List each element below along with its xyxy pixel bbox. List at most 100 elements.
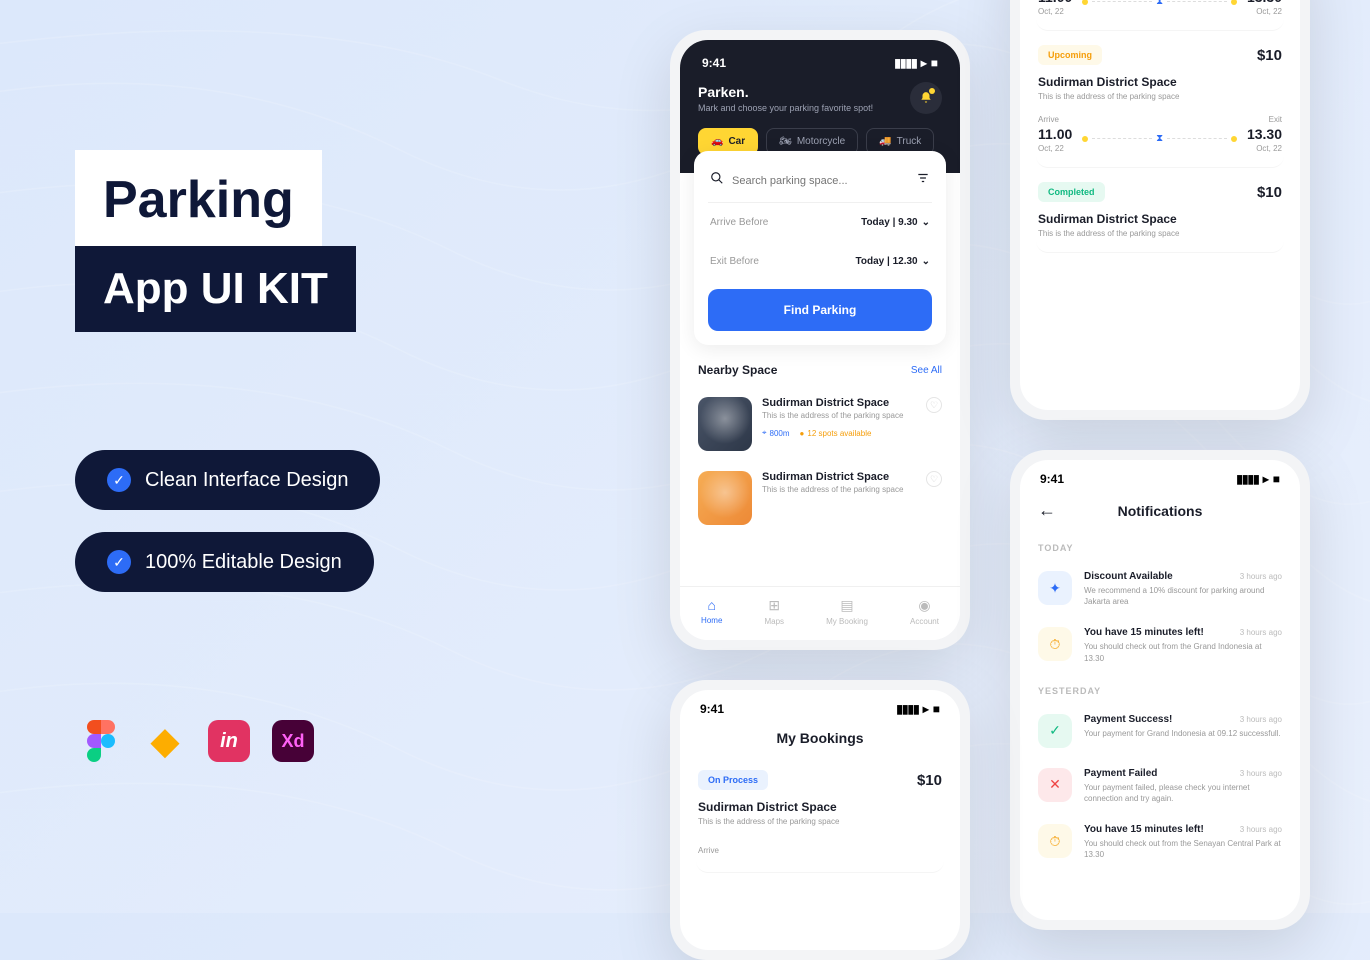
failed-icon: ✕ bbox=[1038, 768, 1072, 802]
filter-icon[interactable] bbox=[916, 171, 930, 190]
maps-icon: ⊞ bbox=[768, 597, 780, 614]
account-icon: ◉ bbox=[918, 597, 930, 614]
promo-title: Parking bbox=[103, 170, 294, 230]
status-badge: Upcoming bbox=[1038, 45, 1102, 65]
location-icon: ⌖ bbox=[762, 428, 767, 438]
phone-bookings-list: Arrive 11.00 Oct, 22 ⧗ Exit 13.30 Oct, 2… bbox=[1010, 0, 1310, 420]
notification-item[interactable]: ✦ Discount Available3 hours ago We recom… bbox=[1020, 561, 1300, 617]
space-image bbox=[698, 471, 752, 525]
arrive-label: Arrive Before bbox=[710, 217, 768, 228]
phone-my-bookings: 9:41 ▮▮▮▮ ▸ ■ My Bookings On Process $10… bbox=[670, 680, 970, 960]
search-input[interactable] bbox=[732, 175, 908, 187]
booking-card[interactable]: Upcoming $10 Sudirman District Space Thi… bbox=[1036, 31, 1284, 168]
exit-label: Exit Before bbox=[710, 256, 759, 267]
booking-card[interactable]: On Process $10 Sudirman District Space T… bbox=[696, 756, 944, 873]
notification-item[interactable]: ⏱ You have 15 minutes left!3 hours ago Y… bbox=[1020, 617, 1300, 673]
truck-icon: 🚚 bbox=[879, 136, 891, 147]
section-yesterday: YESTERDAY bbox=[1020, 674, 1300, 704]
status-icons: ▮▮▮▮ ▸ ■ bbox=[894, 56, 938, 70]
space-card[interactable]: Sudirman District Space This is the addr… bbox=[694, 461, 946, 535]
booking-price: $10 bbox=[917, 772, 942, 789]
chevron-down-icon: ⌄ bbox=[922, 217, 930, 228]
sketch-icon: ◆ bbox=[144, 720, 186, 762]
page-title: My Bookings bbox=[680, 720, 960, 756]
booking-price: $10 bbox=[1257, 184, 1282, 201]
booking-card[interactable]: Completed $10 Sudirman District Space Th… bbox=[1036, 168, 1284, 253]
space-name: Sudirman District Space bbox=[762, 397, 916, 409]
space-card[interactable]: Sudirman District Space This is the addr… bbox=[694, 387, 946, 461]
phone-notifications: 9:41 ▮▮▮▮ ▸ ■ ← Notifications TODAY ✦ Di… bbox=[1010, 450, 1310, 930]
nav-home[interactable]: ⌂Home bbox=[701, 597, 722, 626]
arrive-label: Arrive bbox=[698, 846, 719, 855]
nav-maps[interactable]: ⊞Maps bbox=[764, 597, 784, 626]
search-icon bbox=[710, 171, 724, 190]
car-icon: 🚗 bbox=[711, 136, 723, 147]
exit-time: 13.30 bbox=[1247, 0, 1282, 5]
exit-date: Oct, 22 bbox=[1247, 7, 1282, 16]
discount-icon: ✦ bbox=[1038, 571, 1072, 605]
booking-address: This is the address of the parking space bbox=[698, 817, 942, 826]
chevron-down-icon: ⌄ bbox=[922, 256, 930, 267]
booking-title: Sudirman District Space bbox=[698, 800, 942, 814]
timer-icon: ⏱ bbox=[1038, 824, 1072, 858]
arrive-selector[interactable]: Arrive Before Today | 9.30⌄ bbox=[708, 203, 932, 242]
favorite-button[interactable]: ♡ bbox=[926, 471, 942, 487]
promo-subtitle-box: App UI KIT bbox=[75, 246, 356, 332]
booking-price: $10 bbox=[1257, 47, 1282, 64]
distance-badge: ⌖800m bbox=[762, 428, 790, 438]
back-button[interactable]: ← bbox=[1038, 500, 1056, 521]
app-brand: Parken. bbox=[698, 84, 873, 100]
motorcycle-icon: 🏍 bbox=[779, 136, 792, 147]
status-badge: Completed bbox=[1038, 182, 1105, 202]
home-icon: ⌂ bbox=[707, 597, 715, 613]
space-name: Sudirman District Space bbox=[762, 471, 916, 483]
feature-pill-1: ✓ Clean Interface Design bbox=[75, 450, 380, 510]
nav-account[interactable]: ◉Account bbox=[910, 597, 939, 626]
promo-title-box: Parking bbox=[75, 150, 322, 250]
space-image bbox=[698, 397, 752, 451]
spots-icon: ● bbox=[800, 429, 805, 438]
notifications-button[interactable] bbox=[910, 82, 942, 114]
exit-selector[interactable]: Exit Before Today | 12.30⌄ bbox=[708, 242, 932, 281]
status-time: 9:41 bbox=[702, 56, 726, 70]
feature-pill-2: ✓ 100% Editable Design bbox=[75, 532, 374, 592]
favorite-button[interactable]: ♡ bbox=[926, 397, 942, 413]
status-time: 9:41 bbox=[700, 702, 724, 716]
phone-home: 9:41 ▮▮▮▮ ▸ ■ Parken. Mark and choose yo… bbox=[670, 30, 970, 650]
arrive-date: Oct, 22 bbox=[1038, 7, 1072, 16]
status-badge: On Process bbox=[698, 770, 768, 790]
booking-address: This is the address of the parking space bbox=[1038, 92, 1282, 101]
nearby-title: Nearby Space bbox=[698, 363, 777, 377]
booking-address: This is the address of the parking space bbox=[1038, 229, 1282, 238]
app-tagline: Mark and choose your parking favorite sp… bbox=[698, 103, 873, 113]
figma-icon bbox=[80, 720, 122, 762]
arrive-time: 11.00 bbox=[1038, 0, 1072, 5]
xd-icon: Xd bbox=[272, 720, 314, 762]
invision-icon: in bbox=[208, 720, 250, 762]
booking-icon: ▤ bbox=[840, 597, 853, 614]
find-parking-button[interactable]: Find Parking bbox=[708, 289, 932, 331]
check-icon: ✓ bbox=[107, 468, 131, 492]
nav-booking[interactable]: ▤My Booking bbox=[826, 597, 868, 626]
status-time: 9:41 bbox=[1040, 472, 1064, 486]
notification-item[interactable]: ⏱ You have 15 minutes left!3 hours ago Y… bbox=[1020, 814, 1300, 870]
booking-title: Sudirman District Space bbox=[1038, 75, 1282, 89]
hourglass-icon: ⧗ bbox=[1156, 0, 1163, 7]
see-all-link[interactable]: See All bbox=[911, 365, 942, 376]
space-address: This is the address of the parking space bbox=[762, 411, 916, 420]
spots-badge: ●12 spots available bbox=[800, 428, 872, 438]
timer-icon: ⏱ bbox=[1038, 627, 1072, 661]
booking-title: Sudirman District Space bbox=[1038, 212, 1282, 226]
status-icons: ▮▮▮▮ ▸ ■ bbox=[896, 702, 940, 716]
success-icon: ✓ bbox=[1038, 714, 1072, 748]
space-address: This is the address of the parking space bbox=[762, 485, 916, 494]
section-today: TODAY bbox=[1020, 531, 1300, 561]
notification-item[interactable]: ✓ Payment Success!3 hours ago Your payme… bbox=[1020, 704, 1300, 758]
hourglass-icon: ⧗ bbox=[1156, 133, 1163, 144]
status-icons: ▮▮▮▮ ▸ ■ bbox=[1236, 472, 1280, 486]
feature-text: Clean Interface Design bbox=[145, 469, 348, 492]
notification-item[interactable]: ✕ Payment Failed3 hours ago Your payment… bbox=[1020, 758, 1300, 814]
feature-text: 100% Editable Design bbox=[145, 551, 342, 574]
check-icon: ✓ bbox=[107, 550, 131, 574]
page-title: Notifications bbox=[1118, 503, 1203, 519]
